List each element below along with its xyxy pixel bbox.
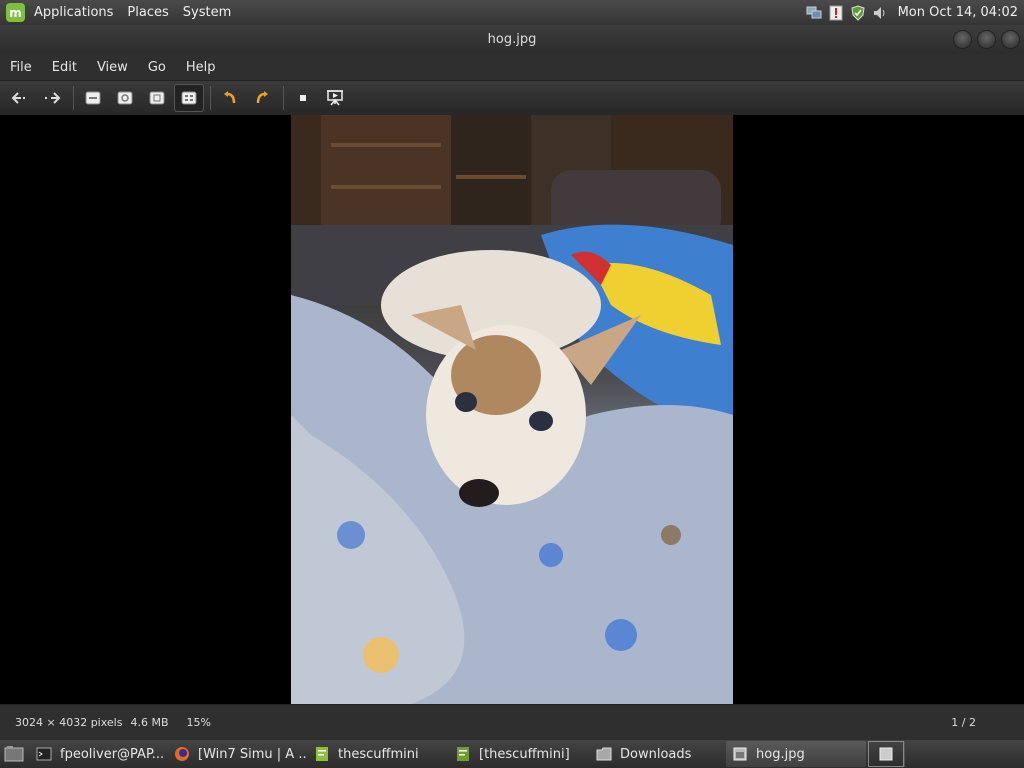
menubar: File Edit View Go Help bbox=[0, 54, 1024, 81]
panel-menu-applications[interactable]: Applications bbox=[27, 0, 120, 25]
gallery-icon[interactable] bbox=[288, 84, 318, 112]
workspace-1[interactable] bbox=[868, 741, 904, 767]
network-icon[interactable] bbox=[806, 5, 822, 21]
statusbar: 3024 × 4032 pixels 4.6 MB 15% 1 / 2 bbox=[0, 704, 1024, 740]
close-button[interactable] bbox=[1001, 30, 1020, 49]
shield-icon[interactable] bbox=[850, 4, 866, 21]
window-title: hog.jpg bbox=[487, 32, 537, 47]
firefox-icon bbox=[175, 747, 189, 761]
folder-icon bbox=[596, 747, 612, 761]
volume-icon[interactable] bbox=[872, 5, 888, 21]
mint-logo-icon[interactable]: m bbox=[6, 3, 25, 22]
rotate-left-icon[interactable] bbox=[215, 84, 245, 112]
image-dimensions: 3024 × 4032 pixels bbox=[15, 716, 123, 729]
zoom-level: 15% bbox=[186, 716, 211, 729]
slideshow-icon[interactable] bbox=[320, 84, 350, 112]
panel-menu-places[interactable]: Places bbox=[120, 0, 175, 25]
clock[interactable]: Mon Oct 14, 04:02 bbox=[898, 5, 1018, 20]
zoom-normal-icon[interactable] bbox=[110, 84, 140, 112]
toolbar-separator bbox=[73, 86, 74, 110]
maximize-button[interactable] bbox=[977, 30, 996, 49]
task-label: hog.jpg bbox=[756, 746, 805, 762]
window-controls bbox=[953, 30, 1020, 49]
panel-menu-system[interactable]: System bbox=[176, 0, 238, 25]
rotate-right-icon[interactable] bbox=[247, 84, 277, 112]
image-position: 1 / 2 bbox=[951, 716, 976, 729]
task-label: Downloads bbox=[620, 746, 692, 762]
minimize-button[interactable] bbox=[953, 30, 972, 49]
back-arrow-icon[interactable] bbox=[5, 84, 35, 112]
task-terminal[interactable]: fpeoliver@PAP... bbox=[30, 741, 168, 767]
displayed-photo[interactable] bbox=[291, 115, 733, 704]
taskbar: fpeoliver@PAP... [Win7 Simu | A ... thes… bbox=[0, 740, 1024, 768]
text-editor-icon bbox=[316, 747, 328, 761]
show-desktop-button[interactable] bbox=[0, 741, 30, 767]
task-hog-jpg[interactable]: hog.jpg bbox=[726, 741, 866, 767]
menu-file[interactable]: File bbox=[0, 54, 42, 81]
menu-go[interactable]: Go bbox=[138, 54, 176, 81]
zoom-fit-icon[interactable] bbox=[142, 84, 172, 112]
task-thescuffmini-2[interactable]: [thescuffmini] bbox=[449, 741, 590, 767]
show-desktop-icon bbox=[4, 746, 24, 762]
menu-help[interactable]: Help bbox=[176, 54, 226, 81]
menu-view[interactable]: View bbox=[87, 54, 138, 81]
window-titlebar[interactable]: hog.jpg bbox=[0, 25, 1024, 54]
forward-arrow-icon[interactable] bbox=[37, 84, 67, 112]
zoom-fill-icon[interactable] bbox=[174, 84, 204, 112]
menu-edit[interactable]: Edit bbox=[42, 54, 87, 81]
toolbar-separator bbox=[210, 86, 211, 110]
image-viewer-icon bbox=[733, 747, 747, 761]
top-panel: m Applications Places System Mon Oct 14,… bbox=[0, 0, 1024, 25]
toolbar bbox=[0, 81, 1024, 115]
file-size: 4.6 MB bbox=[130, 716, 169, 729]
system-tray: Mon Oct 14, 04:02 bbox=[806, 0, 1024, 25]
toolbar-separator bbox=[283, 86, 284, 110]
update-warning-icon[interactable] bbox=[828, 5, 844, 21]
photo-dog-on-blanket bbox=[291, 115, 733, 704]
task-downloads[interactable]: Downloads bbox=[590, 741, 726, 767]
task-label: [Win7 Simu | A ... bbox=[198, 746, 308, 762]
task-label: [thescuffmini] bbox=[479, 746, 570, 762]
workspace-window-icon bbox=[879, 747, 893, 761]
workspace-2[interactable] bbox=[904, 741, 940, 767]
text-editor-icon bbox=[457, 747, 469, 761]
terminal-icon bbox=[36, 747, 52, 761]
task-label: fpeoliver@PAP... bbox=[60, 746, 165, 762]
task-label: thescuffmini bbox=[338, 746, 419, 762]
image-viewport[interactable] bbox=[0, 115, 1024, 704]
zoom-in-icon[interactable] bbox=[78, 84, 108, 112]
task-thescuffmini[interactable]: thescuffmini bbox=[308, 741, 449, 767]
task-firefox[interactable]: [Win7 Simu | A ... bbox=[168, 741, 308, 767]
